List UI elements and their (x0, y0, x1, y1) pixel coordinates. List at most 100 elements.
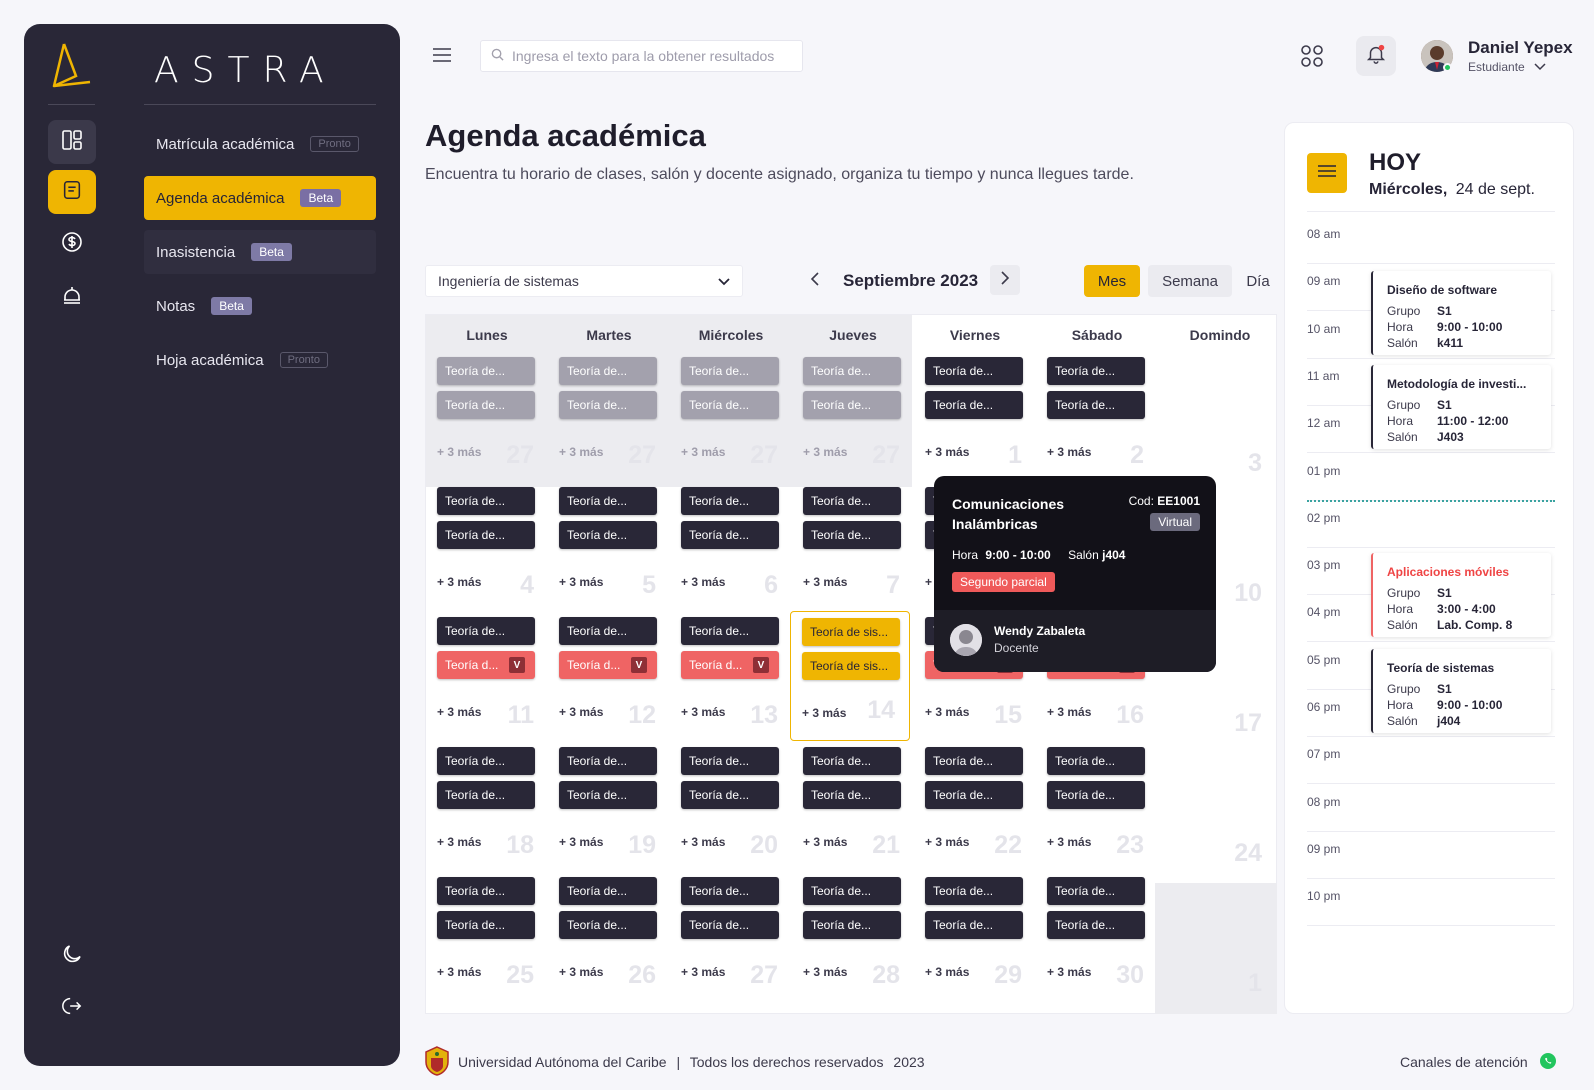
more-events-link[interactable]: + 3 más (681, 575, 725, 589)
day-cell[interactable]: 24 (1158, 747, 1280, 879)
day-cell[interactable]: Teoría de... Teoría d... V + 3 más 12 (548, 617, 670, 749)
day-cell[interactable]: Teoría de... Teoría de... + 3 más 27 (426, 357, 548, 489)
calendar-event[interactable]: Teoría de... (559, 617, 657, 645)
day-cell[interactable]: Teoría de... Teoría d... V + 3 más 11 (426, 617, 548, 749)
calendar-event[interactable]: Teoría de... (1047, 357, 1145, 385)
calendar-event[interactable]: Teoría de... (803, 521, 901, 549)
day-cell[interactable]: Teoría de... Teoría de... + 3 más 4 (426, 487, 548, 619)
support-channels-link[interactable]: Canales de atención (1400, 1054, 1528, 1070)
view-day-button[interactable]: Día (1238, 265, 1278, 297)
whatsapp-icon[interactable] (1540, 1053, 1556, 1074)
more-events-link[interactable]: + 3 más (559, 575, 603, 589)
calendar-event[interactable]: Teoría d... V (437, 651, 535, 679)
more-events-link[interactable]: + 3 más (925, 445, 969, 459)
view-month-button[interactable]: Mes (1084, 265, 1140, 297)
dark-mode-button[interactable] (48, 934, 96, 978)
calendar-event[interactable]: Teoría de... (559, 877, 657, 905)
more-events-link[interactable]: + 3 más (559, 705, 603, 719)
more-events-link[interactable]: + 3 más (559, 965, 603, 979)
more-events-link[interactable]: + 3 más (437, 445, 481, 459)
calendar-event[interactable]: Teoría de... (803, 391, 901, 419)
more-events-link[interactable]: + 3 más (803, 575, 847, 589)
today-event-card[interactable]: Aplicaciones móviles Grupo S1 Hora 3:00 - … (1371, 553, 1551, 637)
calendar-event[interactable]: Teoría de sis... (802, 652, 900, 680)
calendar-event[interactable]: Teoría de... (803, 747, 901, 775)
calendar-event[interactable]: Teoría d... V (559, 651, 657, 679)
today-event-card[interactable]: Teoría de sistemas Grupo S1 Hora 9:00 - 10… (1371, 649, 1551, 733)
calendar-event[interactable]: Teoría de... (1047, 391, 1145, 419)
more-events-link[interactable]: + 3 más (437, 575, 481, 589)
calendar-event[interactable]: Teoría de... (437, 747, 535, 775)
day-cell[interactable]: Teoría de... Teoría de... + 3 más 27 (792, 357, 914, 489)
calendar-event[interactable]: Teoría de... (559, 781, 657, 809)
menu-item-inasistencia[interactable]: Inasistencia Beta (144, 230, 376, 274)
day-cell[interactable]: 1 (1158, 877, 1280, 1009)
calendar-event[interactable]: Teoría de... (925, 357, 1023, 385)
dashboard-button[interactable] (48, 120, 96, 164)
day-cell[interactable]: Teoría de... Teoría de... + 3 más 27 (670, 357, 792, 489)
menu-item-hoja[interactable]: Hoja académica Pronto (144, 338, 376, 382)
calendar-event[interactable]: Teoría de... (681, 747, 779, 775)
day-cell[interactable]: Teoría de... Teoría de... + 3 más 22 (914, 747, 1036, 879)
calendar-event[interactable]: Teoría de... (681, 911, 779, 939)
calendar-event[interactable]: Teoría de... (925, 747, 1023, 775)
more-events-link[interactable]: + 3 más (437, 965, 481, 979)
calendar-event[interactable]: Teoría de... (1047, 747, 1145, 775)
calendar-event[interactable]: Teoría de... (437, 357, 535, 385)
day-cell[interactable]: Teoría de... Teoría de... + 3 más 29 (914, 877, 1036, 1009)
calendar-event[interactable]: Teoría de... (559, 391, 657, 419)
more-events-link[interactable]: + 3 más (559, 835, 603, 849)
day-cell[interactable]: 3 (1158, 357, 1280, 489)
calendar-event[interactable]: Teoría de... (437, 391, 535, 419)
more-events-link[interactable]: + 3 más (802, 706, 846, 720)
calendar-event[interactable]: Teoría de... (559, 747, 657, 775)
more-events-link[interactable]: + 3 más (437, 705, 481, 719)
calendar-event[interactable]: Teoría de... (803, 357, 901, 385)
day-cell[interactable]: Teoría de... Teoría de... + 3 más 27 (670, 877, 792, 1009)
more-events-link[interactable]: + 3 más (803, 445, 847, 459)
calendar-event[interactable]: Teoría de... (925, 877, 1023, 905)
calendar-event[interactable]: Teoría de... (437, 781, 535, 809)
more-events-link[interactable]: + 3 más (925, 835, 969, 849)
calendar-event[interactable]: Teoría de... (1047, 877, 1145, 905)
calendar-event[interactable]: Teoría de... (1047, 911, 1145, 939)
day-cell[interactable]: Teoría de... Teoría de... + 3 más 1 (914, 357, 1036, 489)
calendar-event[interactable]: Teoría de... (559, 521, 657, 549)
more-events-link[interactable]: + 3 más (1047, 965, 1091, 979)
day-cell[interactable]: Teoría de... Teoría de... + 3 más 30 (1036, 877, 1158, 1009)
logout-button[interactable] (48, 986, 96, 1030)
calendar-event[interactable]: Teoría de... (559, 487, 657, 515)
agenda-rail-button[interactable] (48, 170, 96, 214)
menu-item-agenda[interactable]: Agenda académica Beta (144, 176, 376, 220)
more-events-link[interactable]: + 3 más (681, 705, 725, 719)
more-events-link[interactable]: + 3 más (559, 445, 603, 459)
calendar-event[interactable]: Teoría de... (681, 521, 779, 549)
menu-item-matricula[interactable]: Matrícula académica Pronto (144, 122, 376, 166)
day-cell[interactable]: Teoría de... Teoría de... + 3 más 7 (792, 487, 914, 619)
user-role[interactable]: Estudiante (1468, 60, 1546, 74)
calendar-event[interactable]: Teoría de... (559, 357, 657, 385)
calendar-event[interactable]: Teoría de... (925, 391, 1023, 419)
more-events-link[interactable]: + 3 más (803, 965, 847, 979)
hamburger-button[interactable] (432, 46, 452, 69)
notifications-button[interactable] (1356, 36, 1396, 76)
more-events-link[interactable]: + 3 más (681, 445, 725, 459)
day-cell[interactable]: Teoría de... Teoría de... + 3 más 28 (792, 877, 914, 1009)
day-cell[interactable]: Teoría de... Teoría de... + 3 más 5 (548, 487, 670, 619)
more-events-link[interactable]: + 3 más (681, 835, 725, 849)
day-cell[interactable]: Teoría de... Teoría de... + 3 más 6 (670, 487, 792, 619)
calendar-event[interactable]: Teoría de... (925, 911, 1023, 939)
day-cell[interactable]: Teoría de... Teoría de... + 3 más 26 (548, 877, 670, 1009)
calendar-event[interactable]: Teoría de... (437, 487, 535, 515)
calendar-event[interactable]: Teoría de... (681, 877, 779, 905)
day-cell[interactable]: Teoría de... Teoría de... + 3 más 27 (548, 357, 670, 489)
more-events-link[interactable]: + 3 más (1047, 705, 1091, 719)
view-week-button[interactable]: Semana (1148, 265, 1232, 297)
calendar-event[interactable]: Teoría de... (681, 617, 779, 645)
calendar-event[interactable]: Teoría de... (681, 357, 779, 385)
more-events-link[interactable]: + 3 más (925, 705, 969, 719)
calendar-event[interactable]: Teoría de... (437, 877, 535, 905)
day-cell[interactable]: Teoría de sis... Teoría de sis... + 3 más 1… (790, 611, 910, 741)
more-events-link[interactable]: + 3 más (803, 835, 847, 849)
program-select[interactable]: Ingeniería de sistemas (425, 265, 743, 297)
